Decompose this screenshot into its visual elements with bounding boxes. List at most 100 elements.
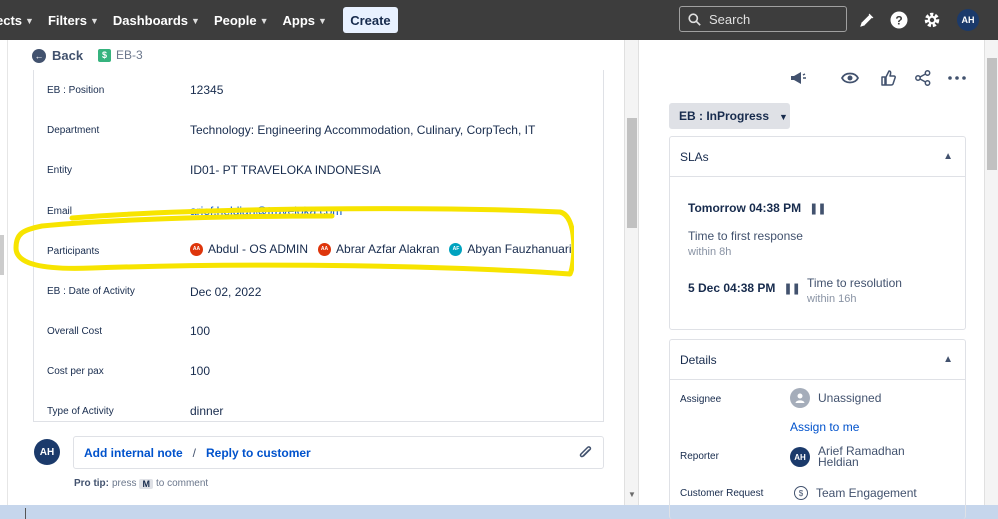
avatar: AA (318, 242, 332, 256)
pro-tip-text: to comment (155, 478, 209, 489)
field-label: Participants (47, 246, 100, 257)
share-icon[interactable] (913, 68, 933, 88)
field-label: Department (47, 125, 100, 136)
field-label: Cost per pax (47, 366, 104, 377)
pause-icon: ❚❚ (783, 282, 800, 295)
email-link[interactable]: arief.heldian@traveloka.com (190, 204, 342, 218)
pause-icon: ❚❚ (809, 202, 826, 215)
svg-text:?: ? (895, 14, 902, 28)
field-position: EB : Position 12345 (47, 83, 597, 123)
search-icon (688, 12, 701, 26)
participant-name: Abdul - OS ADMIN (208, 242, 309, 256)
request-type-name: Team Engagement (816, 486, 917, 500)
field-value[interactable]: Technology: Engineering Accommodation, C… (190, 123, 535, 137)
attachment-icon[interactable] (577, 444, 593, 462)
details-card: Details ▲ Assignee Unassigned Assign to … (669, 339, 966, 519)
more-actions-icon[interactable] (947, 68, 967, 88)
status-label: EB : InProgress (679, 109, 770, 123)
field-label: EB : Date of Activity (47, 286, 135, 297)
assignee-value[interactable]: Unassigned (790, 388, 881, 408)
watch-eye-icon[interactable] (840, 68, 860, 88)
participant-name: Abyan Fauzhanuari (467, 242, 572, 256)
chevron-down-icon: ▼ (318, 15, 327, 26)
customer-request-value[interactable]: $ Team Engagement (794, 486, 917, 500)
sidebar-resize-handle[interactable] (0, 235, 4, 275)
chevron-down-icon: ▼ (259, 15, 269, 26)
details-card-header[interactable]: Details ▲ (670, 340, 965, 380)
nav-people[interactable]: People ▼ (214, 13, 269, 28)
field-value[interactable]: ID01- PT TRAVELOKA INDONESIA (190, 163, 381, 177)
back-label: Back (52, 48, 84, 63)
assignee-name: Unassigned (818, 391, 882, 405)
chevron-down-icon: ▼ (25, 15, 34, 26)
left-sidebar-strip (0, 40, 8, 505)
field-value[interactable]: 12345 (190, 83, 223, 97)
sla-card: SLAs ▲ Tomorrow 04:38 PM ❚❚ Time to firs… (669, 136, 966, 330)
field-value[interactable]: dinner (190, 404, 223, 418)
field-participants: Participants AA Abdul - OS ADMIN AA Abra… (47, 242, 597, 282)
feedback-megaphone-icon[interactable] (788, 68, 808, 88)
avatar: AH (790, 447, 810, 467)
back-button[interactable]: ← Back (32, 48, 83, 63)
sidebar-scrollbar[interactable] (984, 40, 998, 505)
sla-goal-name: Time to first response (688, 229, 803, 243)
reporter-label: Reporter (680, 451, 719, 462)
nav-apps[interactable]: Apps ▼ (283, 13, 327, 28)
pro-tip-text: press (112, 478, 137, 489)
settings-gear-icon[interactable] (922, 10, 942, 30)
pro-tip: Pro tip: press M to comment (74, 478, 208, 489)
field-label: Entity (47, 165, 73, 176)
main-scrollbar[interactable]: ▼ (624, 40, 638, 505)
request-fields-panel: EB : Position 12345 Department Technolog… (33, 70, 604, 422)
nav-apps-label: Apps (282, 12, 316, 28)
sla-title: SLAs (680, 149, 709, 164)
nav-filters[interactable]: Filters ▼ (48, 13, 99, 28)
field-label: Email (47, 206, 73, 217)
user-avatar[interactable]: AH (957, 9, 979, 31)
participant-chip[interactable]: AA Abrar Azfar Alakran (318, 242, 439, 256)
sla-card-header[interactable]: SLAs ▲ (670, 137, 965, 177)
field-label: Overall Cost (47, 326, 103, 337)
chevron-up-icon[interactable]: ▲ (943, 151, 953, 162)
scrollbar-thumb[interactable] (987, 58, 997, 170)
nav-dashboards[interactable]: Dashboards ▼ (113, 13, 200, 28)
search-input[interactable]: Search (679, 6, 847, 32)
chevron-down-icon: ▼ (191, 15, 200, 26)
status-dropdown[interactable]: EB : InProgress ▼ (669, 103, 790, 129)
chevron-down-icon: ▼ (779, 111, 788, 122)
like-thumbs-up-icon[interactable] (878, 68, 898, 88)
chevron-up-icon[interactable]: ▲ (943, 354, 953, 365)
reply-to-customer-button[interactable]: Reply to customer (206, 446, 311, 460)
assign-to-me-link[interactable]: Assign to me (790, 420, 859, 434)
arrow-left-icon: ← (32, 48, 46, 63)
field-value[interactable]: Dec 02, 2022 (190, 285, 261, 299)
field-email: Email arief.heldian@traveloka.com (47, 204, 597, 244)
participants-list[interactable]: AA Abdul - OS ADMIN AA Abrar Azfar Alakr… (190, 242, 572, 256)
scroll-down-arrow-icon[interactable]: ▼ (628, 490, 636, 499)
request-type-icon: $ (98, 48, 111, 62)
nav-projects-label: ects (0, 12, 23, 28)
request-type-icon: $ (794, 486, 808, 500)
comment-box[interactable]: Add internal note / Reply to customer (73, 436, 604, 469)
field-value[interactable]: 100 (190, 364, 210, 378)
issue-key-link[interactable]: $ EB-3 (98, 48, 143, 62)
sla-time-value: Tomorrow 04:38 PM (688, 201, 802, 215)
reporter-name-line: Heldian (818, 455, 859, 469)
shortcut-key: M (139, 478, 153, 489)
add-internal-note-button[interactable]: Add internal note (84, 446, 183, 460)
field-value[interactable]: 100 (190, 324, 210, 338)
participant-chip[interactable]: AF Abyan Fauzhanuari (449, 242, 572, 256)
nav-dashboards-label: Dashboards (112, 12, 189, 28)
reporter-value[interactable]: AH Arief Ramadhan Heldian (790, 445, 905, 469)
notifications-icon[interactable] (857, 10, 877, 30)
nav-projects[interactable]: ects ▼ (0, 13, 34, 28)
sla-goal-name: Time to resolution (807, 276, 902, 290)
field-date-of-activity: EB : Date of Activity Dec 02, 2022 (47, 284, 597, 324)
help-icon[interactable]: ? (889, 10, 909, 30)
scrollbar-thumb[interactable] (627, 118, 637, 228)
column-divider (638, 40, 639, 505)
participant-chip[interactable]: AA Abdul - OS ADMIN (190, 242, 308, 256)
create-button[interactable]: Create (342, 7, 398, 33)
top-navigation: ects ▼ Filters ▼ Dashboards ▼ People ▼ A… (0, 0, 998, 40)
field-label: Type of Activity (47, 406, 114, 417)
